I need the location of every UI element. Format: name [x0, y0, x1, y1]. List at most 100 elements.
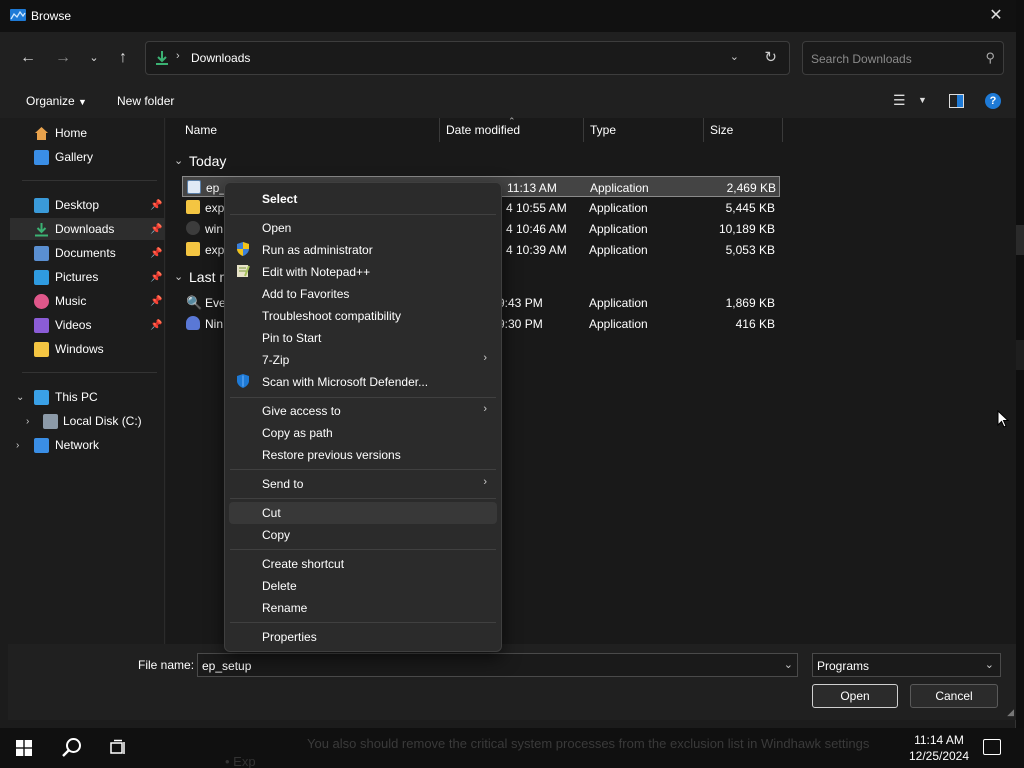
up-icon[interactable]: ↑ — [111, 46, 135, 70]
nav-item-documents[interactable]: Documents 📌 — [10, 242, 165, 264]
nav-item-gallery[interactable]: Gallery — [10, 146, 165, 168]
cancel-button[interactable]: Cancel — [910, 684, 998, 708]
nav-item-home[interactable]: Home — [10, 122, 165, 144]
pin-icon[interactable]: 📌 — [150, 272, 162, 283]
menu-item-7zip[interactable]: 7-Zip › — [229, 349, 497, 371]
menu-item-properties[interactable]: Properties — [229, 626, 497, 648]
resize-grip-icon[interactable]: ◢ — [1007, 707, 1014, 718]
menu-label: Delete — [262, 579, 297, 593]
column-type[interactable]: Type — [590, 118, 616, 142]
organize-button[interactable]: Organize ▼ — [26, 94, 87, 108]
file-type: Application — [590, 181, 649, 195]
forward-icon[interactable]: → — [51, 46, 75, 70]
nav-item-windows[interactable]: Windows — [10, 338, 165, 360]
chevron-down-icon[interactable]: ⌄ — [16, 392, 24, 403]
help-icon[interactable]: ? — [985, 93, 1001, 109]
menu-item-pin-start[interactable]: Pin to Start — [229, 327, 497, 349]
chevron-down-icon[interactable]: ⌄ — [174, 154, 183, 167]
file-size: 2,469 KB — [726, 181, 776, 195]
column-name[interactable]: Name — [185, 118, 217, 142]
file-name: win — [205, 222, 224, 236]
file-name-value[interactable]: ep_setup — [202, 659, 251, 673]
menu-label: Rename — [262, 601, 308, 615]
menu-item-create-shortcut[interactable]: Create shortcut — [229, 553, 497, 575]
clock[interactable]: 11:14 AM 12/25/2024 — [908, 732, 970, 764]
nav-item-pictures[interactable]: Pictures 📌 — [10, 266, 165, 288]
pin-icon[interactable]: 📌 — [150, 224, 162, 235]
chevron-right-icon[interactable]: › — [176, 50, 180, 62]
menu-item-open[interactable]: Open — [229, 217, 497, 239]
file-name-field[interactable]: ep_setup ⌄ — [197, 653, 798, 677]
computer-icon — [34, 389, 49, 405]
task-view-icon[interactable] — [110, 739, 128, 757]
recent-locations-icon[interactable]: ⌄ — [82, 46, 106, 70]
file-name: exp — [205, 201, 225, 215]
windows-start-icon[interactable] — [16, 740, 32, 756]
open-button[interactable]: Open — [812, 684, 898, 708]
chevron-down-icon[interactable]: ⌄ — [985, 658, 994, 671]
new-folder-button[interactable]: New folder — [117, 94, 174, 108]
pin-icon[interactable]: 📌 — [150, 296, 162, 307]
nav-label: Gallery — [55, 150, 94, 164]
column-divider[interactable] — [583, 118, 584, 142]
file-size: 5,053 KB — [725, 243, 775, 257]
folder-icon — [34, 341, 49, 357]
address-bar[interactable]: › Downloads ⌄ ↻ — [145, 41, 790, 75]
nav-item-downloads[interactable]: Downloads 📌 — [10, 218, 165, 240]
nav-label: Local Disk (C:) — [63, 414, 142, 428]
column-size[interactable]: Size — [710, 118, 733, 142]
back-icon[interactable]: ← — [16, 46, 40, 70]
menu-item-defender-scan[interactable]: Scan with Microsoft Defender... — [229, 371, 497, 393]
nav-item-network[interactable]: › Network — [10, 434, 165, 456]
app-icon — [10, 9, 26, 21]
menu-item-give-access[interactable]: Give access to › — [229, 400, 497, 422]
network-icon — [34, 437, 49, 453]
search-icon[interactable]: ⚲ — [985, 50, 995, 66]
title-bar: Browse ✕ — [0, 0, 1016, 32]
nav-item-music[interactable]: Music 📌 — [10, 290, 165, 312]
column-divider[interactable] — [439, 118, 440, 142]
menu-item-rename[interactable]: Rename — [229, 597, 497, 619]
menu-item-send-to[interactable]: Send to › — [229, 473, 497, 495]
menu-item-restore-versions[interactable]: Restore previous versions — [229, 444, 497, 466]
navigation-pane: Home Gallery Desktop 📌 Downloads 📌 Docum… — [10, 118, 165, 644]
nav-item-desktop[interactable]: Desktop 📌 — [10, 194, 165, 216]
nav-item-this-pc[interactable]: ⌄ This PC — [10, 386, 165, 408]
menu-label: Restore previous versions — [262, 448, 401, 462]
chevron-down-icon[interactable]: ⌄ — [784, 658, 793, 671]
menu-item-add-favorites[interactable]: Add to Favorites — [229, 283, 497, 305]
pin-icon[interactable]: 📌 — [150, 248, 162, 259]
search-box[interactable]: ⚲ — [802, 41, 1004, 75]
pin-icon[interactable]: 📌 — [150, 320, 162, 331]
file-type-select[interactable]: Programs ⌄ — [812, 653, 1001, 677]
notification-icon[interactable] — [983, 739, 1001, 755]
menu-item-select[interactable]: Select — [229, 188, 497, 210]
menu-item-troubleshoot[interactable]: Troubleshoot compatibility — [229, 305, 497, 327]
chevron-right-icon[interactable]: › — [26, 416, 29, 427]
nav-item-videos[interactable]: Videos 📌 — [10, 314, 165, 336]
menu-item-copy-path[interactable]: Copy as path — [229, 422, 497, 444]
menu-item-delete[interactable]: Delete — [229, 575, 497, 597]
background-text-fragment: Exp — [233, 754, 256, 768]
chevron-down-icon[interactable]: ▼ — [918, 95, 927, 105]
close-icon[interactable]: ✕ — [984, 4, 1008, 28]
column-divider[interactable] — [703, 118, 704, 142]
column-divider[interactable] — [782, 118, 783, 142]
search-icon[interactable] — [61, 737, 83, 759]
group-header-today[interactable]: Today — [189, 153, 226, 169]
view-details-icon[interactable]: ☰ — [893, 92, 906, 109]
search-input[interactable] — [811, 50, 976, 68]
address-path[interactable]: Downloads — [191, 51, 250, 65]
menu-item-edit-notepad[interactable]: Edit with Notepad++ — [229, 261, 497, 283]
pin-icon[interactable]: 📌 — [150, 200, 162, 211]
refresh-icon[interactable]: ↻ — [764, 48, 777, 66]
chevron-right-icon[interactable]: › — [16, 440, 19, 451]
nav-item-local-disk[interactable]: › Local Disk (C:) — [10, 410, 165, 432]
menu-item-run-as-admin[interactable]: Run as administrator — [229, 239, 497, 261]
preview-pane-icon[interactable] — [949, 94, 964, 108]
menu-item-copy[interactable]: Copy — [229, 524, 497, 546]
pictures-icon — [34, 269, 49, 285]
chevron-down-icon[interactable]: ⌄ — [174, 270, 183, 283]
menu-item-cut[interactable]: Cut — [229, 502, 497, 524]
chevron-down-icon[interactable]: ⌄ — [730, 50, 739, 63]
